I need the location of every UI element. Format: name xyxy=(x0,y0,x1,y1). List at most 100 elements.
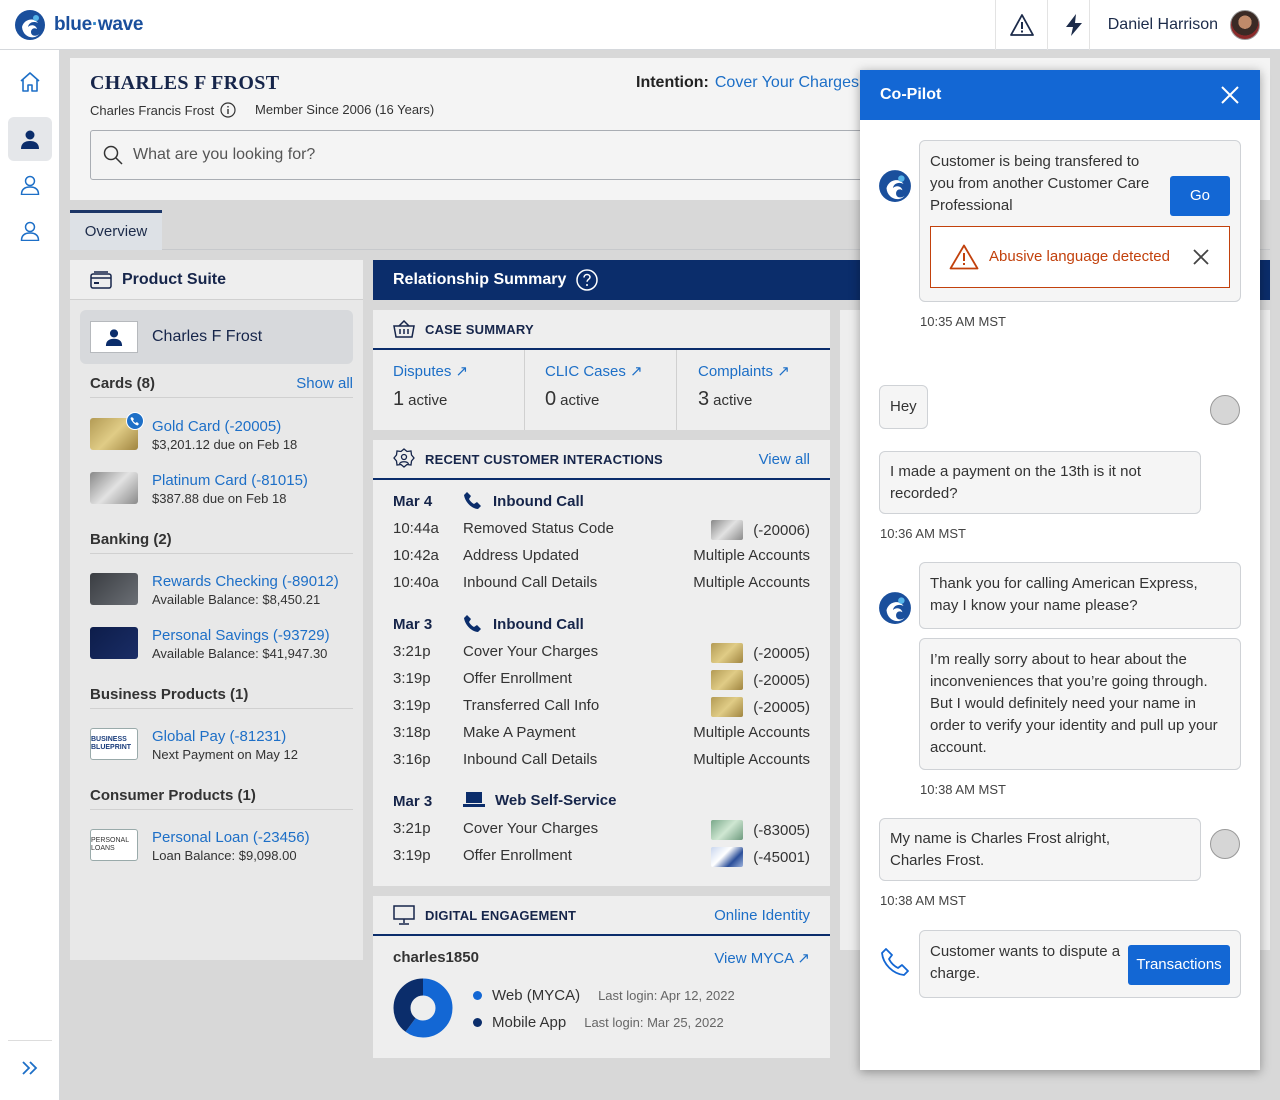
message-text: Customer is being transfered to you from… xyxy=(930,153,1150,214)
transactions-button[interactable]: Transactions xyxy=(1128,945,1230,985)
product-name[interactable]: Rewards Checking (-89012) xyxy=(152,573,339,591)
banking-section-header: Banking (2) xyxy=(90,526,353,554)
go-button[interactable]: Go xyxy=(1170,176,1230,216)
case-label[interactable]: CLIC Cases xyxy=(545,363,626,380)
product-name[interactable]: Platinum Card (-81015) xyxy=(152,472,308,490)
intention-link[interactable]: Cover Your Charges xyxy=(715,74,859,91)
interaction-type-label: Inbound Call xyxy=(493,615,584,633)
product-item[interactable]: Personal Savings (-93729) Available Balan… xyxy=(90,627,330,662)
dismiss-alert-icon[interactable] xyxy=(1193,249,1209,265)
interaction-time: 3:19p xyxy=(393,847,431,864)
person-outline-icon xyxy=(20,221,40,241)
checking-card-image xyxy=(90,573,138,605)
close-icon[interactable] xyxy=(1220,85,1240,105)
user-name: Daniel Harrison xyxy=(1107,16,1218,33)
copilot-bot-icon xyxy=(879,170,911,202)
message-text: My name is Charles Frost alright, Charle… xyxy=(890,830,1111,869)
phone-icon xyxy=(464,615,481,632)
lightning-icon xyxy=(1065,14,1082,36)
card-thumbnail xyxy=(711,520,744,540)
interaction-row[interactable]: 3:21p Cover Your Charges (-83005) xyxy=(393,820,810,840)
interaction-row[interactable]: 3:16p Inbound Call Details Multiple Accoun… xyxy=(393,751,810,771)
warning-icon xyxy=(1009,14,1034,36)
nav-divider xyxy=(8,1040,52,1041)
product-name[interactable]: Personal Loan (-23456) xyxy=(152,829,310,847)
interaction-account: Multiple Accounts xyxy=(693,724,810,741)
case-count: 0 xyxy=(545,388,557,410)
business-section-header: Business Products (1) xyxy=(90,681,353,709)
interaction-row[interactable]: 10:42a Address Updated Multiple Accounts xyxy=(393,547,810,567)
product-sub: Available Balance: $41,947.30 xyxy=(152,646,328,661)
case-label[interactable]: Complaints xyxy=(698,363,773,380)
interaction-desc: Cover Your Charges xyxy=(463,820,599,837)
interaction-time: 3:19p xyxy=(393,697,431,714)
nav-profile[interactable] xyxy=(8,163,52,207)
user-menu[interactable]: Daniel Harrison xyxy=(1088,0,1280,50)
product-sub: Next Payment on May 12 xyxy=(152,747,298,762)
case-label[interactable]: Disputes xyxy=(393,363,451,380)
business-title: Business Products (1) xyxy=(90,686,249,703)
interaction-desc: Offer Enrollment xyxy=(463,847,572,864)
brand-logo[interactable]: blue·wave xyxy=(14,9,143,41)
interaction-row[interactable]: 3:18p Make A Payment Multiple Accounts xyxy=(393,724,810,744)
interaction-time: 10:44a xyxy=(393,520,439,537)
interaction-row[interactable]: 3:19p Offer Enrollment (-20005) xyxy=(393,670,810,690)
cards-title: Cards (8) xyxy=(90,375,156,392)
case-summary-header: CASE SUMMARY xyxy=(373,310,830,350)
external-link-icon: ↗ xyxy=(630,363,643,380)
interaction-time: 3:19p xyxy=(393,670,431,687)
customer-message: I made a payment on the 13th is it not r… xyxy=(879,451,1201,514)
nav-customer[interactable] xyxy=(8,117,52,161)
interaction-account: Multiple Accounts xyxy=(693,547,810,564)
person-outline-icon xyxy=(20,175,40,195)
product-item[interactable]: BUSINESS BLUEPRINT Global Pay (-81231) Ne… xyxy=(90,728,298,763)
interaction-account: (-20005) xyxy=(753,698,810,716)
tab-overview[interactable]: Overview xyxy=(70,210,162,250)
interaction-desc: Inbound Call Details xyxy=(463,574,598,591)
view-all-link[interactable]: View all xyxy=(759,451,810,468)
nav-home[interactable] xyxy=(8,60,52,104)
interaction-date: Mar 4 xyxy=(393,493,433,510)
product-item[interactable]: Gold Card (-20005) $3,201.12 due on Feb 1… xyxy=(90,412,298,453)
case-cell-clic[interactable]: CLIC Cases ↗ 0 active xyxy=(525,350,677,430)
help-icon[interactable] xyxy=(576,269,599,291)
message-text: Thank you for calling American Express, … xyxy=(930,575,1198,614)
timestamp: 10:36 AM MST xyxy=(880,526,966,541)
product-item[interactable]: Platinum Card (-81015) $387.88 due on Feb… xyxy=(90,472,308,507)
expand-nav-button[interactable] xyxy=(8,1046,52,1090)
product-item[interactable]: PERSONAL LOANS Personal Loan (-23456) Loa… xyxy=(90,829,310,864)
info-icon[interactable] xyxy=(220,102,236,118)
copilot-message: Customer is being transfered to you from… xyxy=(919,140,1241,302)
card-thumbnail xyxy=(711,697,744,717)
product-item[interactable]: Rewards Checking (-89012) Available Balan… xyxy=(90,573,339,608)
interaction-type: Inbound Call xyxy=(463,491,584,511)
intention: Intention: Cover Your Charges xyxy=(636,74,859,92)
phone-outline-icon xyxy=(881,948,909,976)
interaction-row[interactable]: 10:44a Removed Status Code (-20006) xyxy=(393,520,810,540)
case-cell-complaints[interactable]: Complaints ↗ 3 active xyxy=(678,350,830,430)
nav-contacts[interactable] xyxy=(8,209,52,253)
product-name[interactable]: Personal Savings (-93729) xyxy=(152,627,330,645)
interaction-row[interactable]: 3:21p Cover Your Charges (-20005) xyxy=(393,643,810,663)
customer-card[interactable]: Charles F Frost xyxy=(80,310,353,364)
product-sub: $3,201.12 due on Feb 18 xyxy=(152,437,298,452)
interaction-row[interactable]: 10:40a Inbound Call Details Multiple Accou… xyxy=(393,574,810,594)
show-all-link[interactable]: Show all xyxy=(296,375,353,392)
view-myca-label: View MYCA xyxy=(714,950,794,967)
product-sub: $387.88 due on Feb 18 xyxy=(152,491,287,506)
online-identity-link[interactable]: Online Identity xyxy=(714,907,810,924)
interaction-row[interactable]: 3:19p Offer Enrollment (-45001) xyxy=(393,847,810,867)
search-input[interactable] xyxy=(133,146,833,164)
interaction-desc: Offer Enrollment xyxy=(463,670,572,687)
case-cell-disputes[interactable]: Disputes ↗ 1 active xyxy=(373,350,525,430)
case-summary-panel: CASE SUMMARY Disputes ↗ 1 active CLIC Cas… xyxy=(373,310,830,430)
product-name[interactable]: Gold Card (-20005) xyxy=(152,418,297,436)
case-summary-title: CASE SUMMARY xyxy=(425,321,534,337)
alerts-button[interactable] xyxy=(995,0,1047,50)
view-myca-link[interactable]: View MYCA ↗ xyxy=(714,949,810,967)
interaction-time: 3:16p xyxy=(393,751,431,768)
phone-icon xyxy=(464,492,481,509)
interaction-row[interactable]: 3:19p Transferred Call Info (-20005) xyxy=(393,697,810,717)
interaction-time: 3:21p xyxy=(393,820,431,837)
product-name[interactable]: Global Pay (-81231) xyxy=(152,728,298,746)
